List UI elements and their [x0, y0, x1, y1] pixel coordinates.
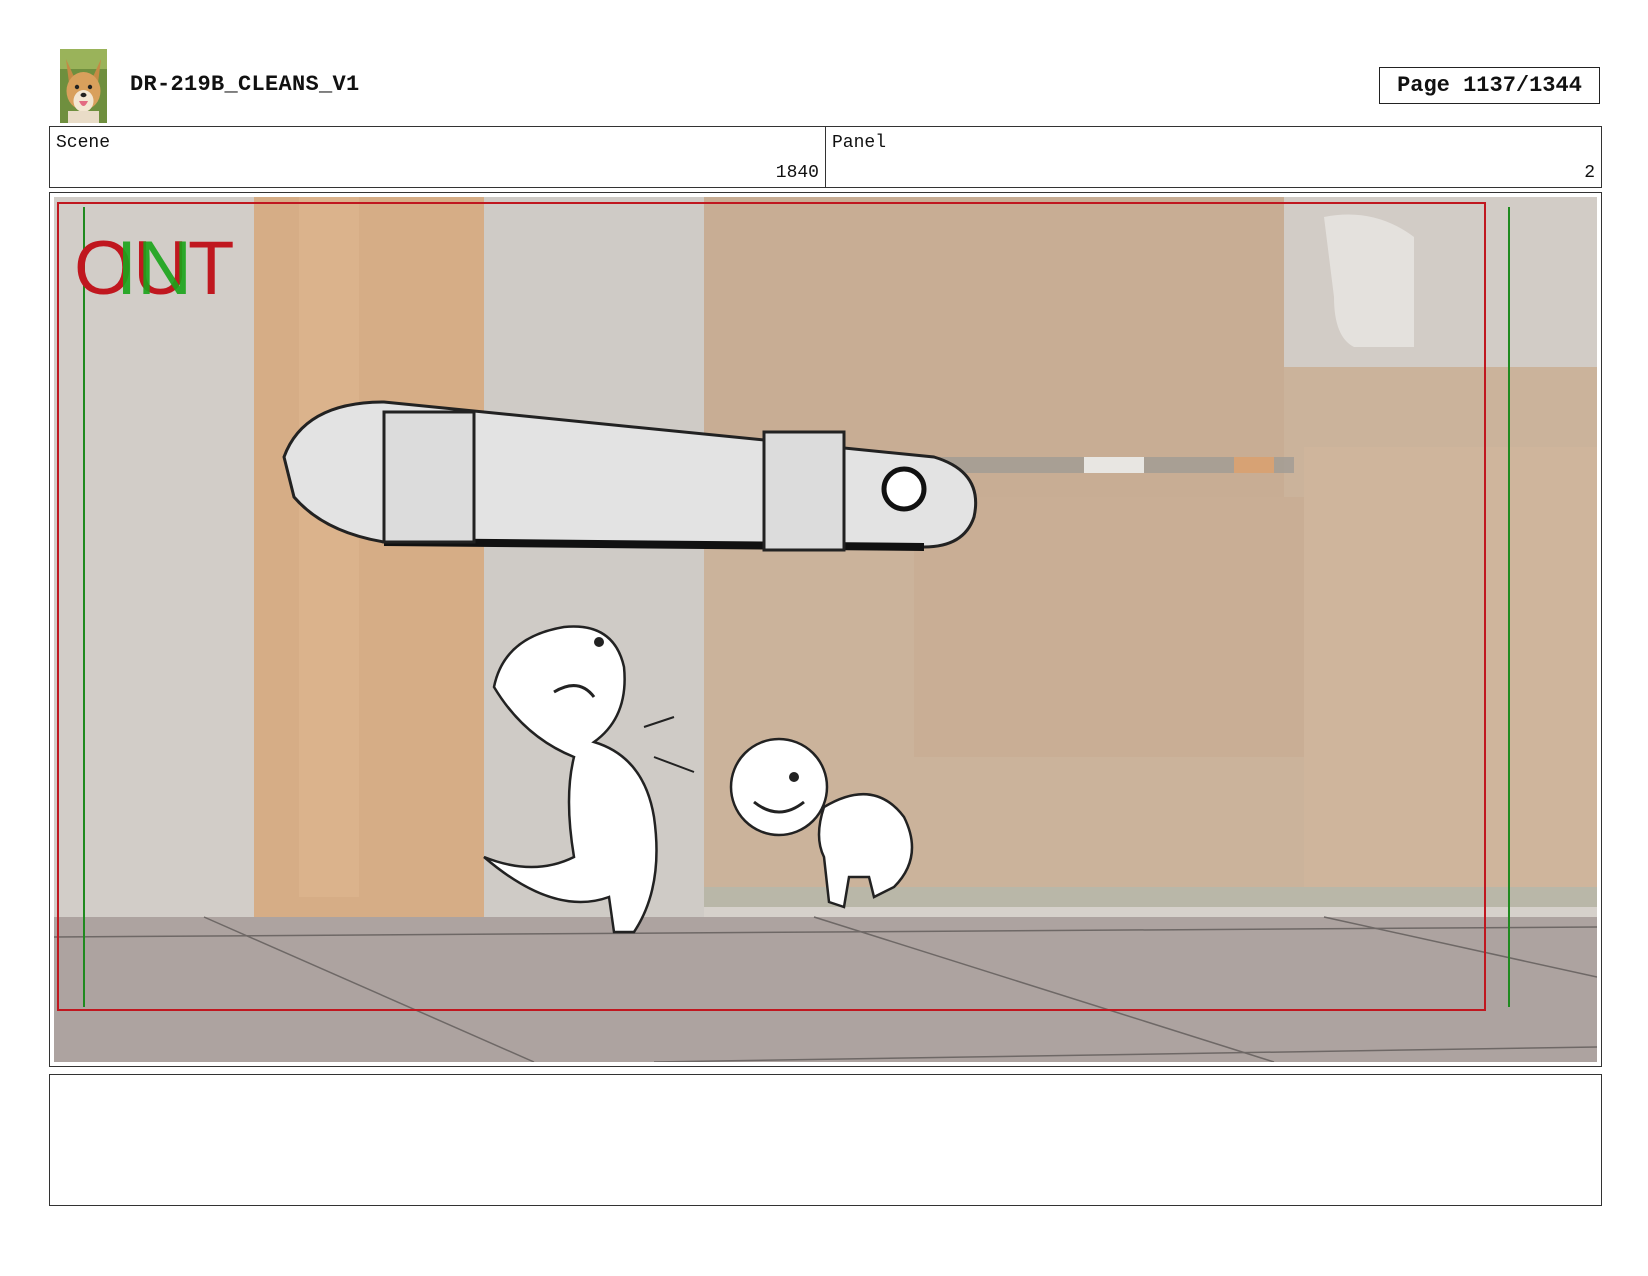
- scene-cell: Scene 1840: [50, 127, 825, 187]
- dog-logo: [60, 49, 107, 123]
- page-counter: Page 1137/1344: [1379, 67, 1600, 104]
- notes-box: [49, 1074, 1602, 1206]
- in-marker: IN: [116, 226, 192, 311]
- panel-label: Panel: [832, 133, 887, 153]
- panel-number: 2: [1584, 163, 1595, 183]
- panel-drawing: OUT IN: [54, 197, 1597, 1062]
- scene-label: Scene: [56, 133, 111, 153]
- panel-cell: Panel 2: [825, 127, 1601, 187]
- scene-number: 1840: [775, 163, 819, 183]
- notes-text: [50, 1075, 1601, 1091]
- storyboard-panel: OUT IN: [49, 192, 1602, 1067]
- document-title: DR-219B_CLEANS_V1: [130, 72, 360, 97]
- scene-panel-row: Scene 1840 Panel 2: [49, 126, 1602, 188]
